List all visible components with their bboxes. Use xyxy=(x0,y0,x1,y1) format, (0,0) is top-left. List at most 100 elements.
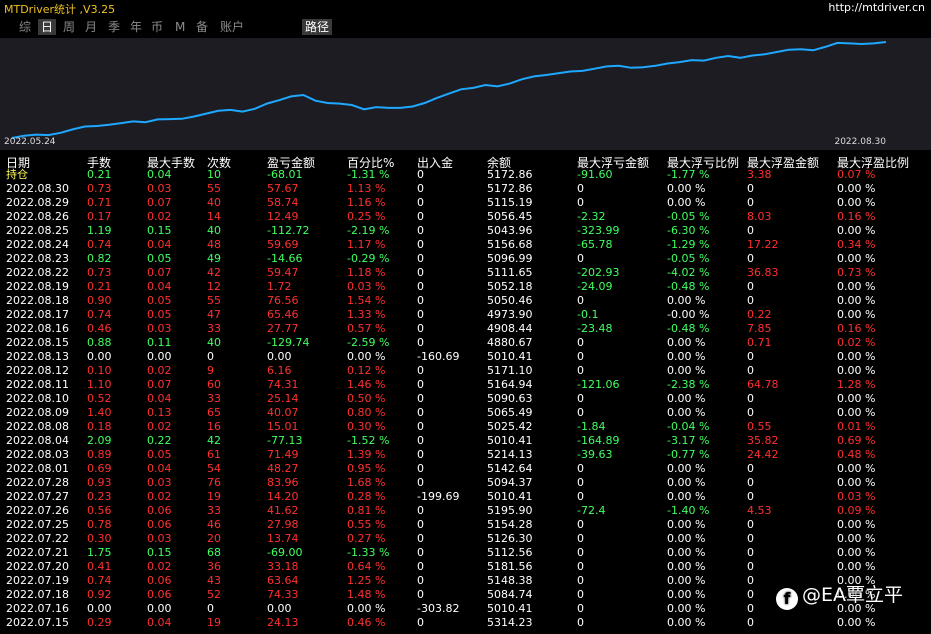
cell-11: 1.28 % xyxy=(837,378,876,391)
tab-bar: 综日周月季年币 M 备账户 路径 xyxy=(0,16,931,38)
table-row[interactable]: 2022.08.10 0.52 0.04 33 25.14 0.50 % 0 5090.63 0… xyxy=(0,392,931,406)
cell-8: -323.99 xyxy=(577,224,620,237)
table-row[interactable]: 2022.08.26 0.17 0.02 14 12.49 0.25 % 0 5056.45 -… xyxy=(0,210,931,224)
cell-1: 0.10 xyxy=(87,364,112,377)
tab-3[interactable]: 月 xyxy=(82,19,100,35)
table-row[interactable]: 2022.08.09 1.40 0.13 65 40.07 0.80 % 0 5065.49 0… xyxy=(0,406,931,420)
tab-2[interactable]: 周 xyxy=(60,19,78,35)
cell-4: 14.20 xyxy=(267,490,299,503)
table-row[interactable]: 2022.08.30 0.73 0.03 55 57.67 1.13 % 0 5172.86 0… xyxy=(0,182,931,196)
cell-11: 0.00 % xyxy=(837,560,876,573)
cell-9: 0.00 % xyxy=(667,476,706,489)
cell-2: 0.05 xyxy=(147,252,172,265)
cell-10: 24.42 xyxy=(747,448,779,461)
cell-8: -0.1 xyxy=(577,308,599,321)
cell-0: 2022.08.19 xyxy=(6,280,69,293)
table-row[interactable]: 2022.08.08 0.18 0.02 16 15.01 0.30 % 0 5025.42 -… xyxy=(0,420,931,434)
tab-4[interactable]: 季 xyxy=(105,19,123,35)
table-row[interactable]: 2022.08.23 0.82 0.05 49 -14.66 -0.29 % 0 5096.9… xyxy=(0,252,931,266)
cell-9: -6.30 % xyxy=(667,224,710,237)
cell-9: 0.00 % xyxy=(667,532,706,545)
cell-2: 0.02 xyxy=(147,420,172,433)
table-row[interactable]: 2022.08.12 0.10 0.02 9 6.16 0.12 % 0 5171.10 0 0.… xyxy=(0,364,931,378)
table-row[interactable]: 2022.08.13 0.00 0.00 0 0.00 0.00 % -160.69 5010… xyxy=(0,350,931,364)
cell-3: 52 xyxy=(207,588,221,601)
app-url-link[interactable]: http://mtdriver.cn xyxy=(828,1,925,14)
cell-1: 0.17 xyxy=(87,210,112,223)
cell-11: 0.00 % xyxy=(837,462,876,475)
cell-8: 0 xyxy=(577,364,584,377)
cell-6: 0 xyxy=(417,546,424,559)
cell-3: 76 xyxy=(207,476,221,489)
tab-9[interactable]: 账户 xyxy=(217,19,247,35)
cell-2: 0.06 xyxy=(147,518,172,531)
cell-5: 1.48 % xyxy=(347,588,386,601)
tab-10[interactable]: 路径 xyxy=(302,19,333,35)
table-row[interactable]: 2022.08.11 1.10 0.07 60 74.31 1.46 % 0 5164.94 -… xyxy=(0,378,931,392)
table-row[interactable]: 2022.07.27 0.23 0.02 19 14.20 0.28 % -199.69 50… xyxy=(0,490,931,504)
cell-2: 0.15 xyxy=(147,224,172,237)
table-row[interactable]: 2022.08.16 0.46 0.03 33 27.77 0.57 % 0 4908.44 -… xyxy=(0,322,931,336)
cell-2: 0.04 xyxy=(147,280,172,293)
cell-6: 0 xyxy=(417,308,424,321)
table-row[interactable]: 2022.08.15 0.88 0.11 40 -129.74 -2.59 % 0 4880.… xyxy=(0,336,931,350)
table-row[interactable]: 2022.08.18 0.90 0.05 55 76.56 1.54 % 0 5050.46 0… xyxy=(0,294,931,308)
tab-1[interactable]: 日 xyxy=(38,19,57,35)
table-row[interactable]: 2022.07.26 0.56 0.06 33 41.62 0.81 % 0 5195.90 -… xyxy=(0,504,931,518)
table-row[interactable]: 2022.08.19 0.21 0.04 12 1.72 0.03 % 0 5052.18 -2… xyxy=(0,280,931,294)
cell-10: 0 xyxy=(747,196,754,209)
table-row[interactable]: 2022.07.25 0.78 0.06 46 27.98 0.55 % 0 5154.28 0… xyxy=(0,518,931,532)
cell-9: -1.77 % xyxy=(667,168,710,181)
tab-6[interactable]: 币 xyxy=(148,19,166,35)
cell-7: 5065.49 xyxy=(487,406,533,419)
table-row[interactable]: 持仓 0.21 0.04 10 -68.01 -1.31 % 0 5172.86 -91.60 -… xyxy=(0,168,931,182)
cell-9: 0.00 % xyxy=(667,518,706,531)
cell-0: 2022.08.08 xyxy=(6,420,69,433)
cell-3: 49 xyxy=(207,252,221,265)
cell-9: 0.00 % xyxy=(667,364,706,377)
cell-1: 0.18 xyxy=(87,420,112,433)
cell-10: 35.82 xyxy=(747,434,779,447)
cell-4: 65.46 xyxy=(267,308,299,321)
table-row[interactable]: 2022.08.17 0.74 0.05 47 65.46 1.33 % 0 4973.90 -… xyxy=(0,308,931,322)
cell-7: 4908.44 xyxy=(487,322,533,335)
cell-1: 0.23 xyxy=(87,490,112,503)
table-row[interactable]: 2022.07.21 1.75 0.15 68 -69.00 -1.33 % 0 5112.5… xyxy=(0,546,931,560)
cell-7: 5094.37 xyxy=(487,476,533,489)
cell-0: 2022.07.26 xyxy=(6,504,69,517)
table-row[interactable]: 2022.08.03 0.89 0.05 61 71.49 1.39 % 0 5214.13 -… xyxy=(0,448,931,462)
cell-9: 0.00 % xyxy=(667,182,706,195)
tab-0[interactable]: 综 xyxy=(16,19,34,35)
tab-5[interactable]: 年 xyxy=(127,19,145,35)
cell-11: 0.00 % xyxy=(837,196,876,209)
table-row[interactable]: 2022.07.15 0.29 0.04 19 24.13 0.46 % 0 5314.23 0… xyxy=(0,616,931,630)
table-row[interactable]: 2022.08.24 0.74 0.04 48 59.69 1.17 % 0 5156.68 -… xyxy=(0,238,931,252)
table-row[interactable]: 2022.07.20 0.41 0.02 36 33.18 0.64 % 0 5181.56 0… xyxy=(0,560,931,574)
cell-5: 0.03 % xyxy=(347,280,386,293)
table-row[interactable]: 2022.08.29 0.71 0.07 40 58.74 1.16 % 0 5115.19 0… xyxy=(0,196,931,210)
cell-11: 0.00 % xyxy=(837,294,876,307)
watermark: f @EA覃立平 xyxy=(776,580,903,610)
table-row[interactable]: 2022.08.04 2.09 0.22 42 -77.13 -1.52 % 0 5010.4… xyxy=(0,434,931,448)
cell-7: 5010.41 xyxy=(487,490,533,503)
table-row[interactable]: 2022.08.22 0.73 0.07 42 59.47 1.18 % 0 5111.65 -… xyxy=(0,266,931,280)
cell-2: 0.07 xyxy=(147,266,172,279)
table-row[interactable]: 2022.08.01 0.69 0.04 54 48.27 0.95 % 0 5142.64 0… xyxy=(0,462,931,476)
cell-4: 74.31 xyxy=(267,378,299,391)
cell-0: 2022.08.16 xyxy=(6,322,69,335)
cell-6: 0 xyxy=(417,462,424,475)
tab-7[interactable]: M xyxy=(172,19,188,35)
table-row[interactable]: 2022.07.22 0.30 0.03 20 13.74 0.27 % 0 5126.30 0… xyxy=(0,532,931,546)
table-row[interactable]: 2022.08.25 1.19 0.15 40 -112.72 -2.19 % 0 5043.… xyxy=(0,224,931,238)
cell-3: 19 xyxy=(207,616,221,629)
cell-2: 0.02 xyxy=(147,560,172,573)
cell-11: 0.00 % xyxy=(837,280,876,293)
table-row[interactable]: 2022.07.28 0.93 0.03 76 83.96 1.68 % 0 5094.37 0… xyxy=(0,476,931,490)
cell-8: 0 xyxy=(577,336,584,349)
cell-2: 0.05 xyxy=(147,448,172,461)
tab-8[interactable]: 备 xyxy=(193,19,211,35)
cell-9: 0.00 % xyxy=(667,574,706,587)
cell-2: 0.22 xyxy=(147,434,172,447)
cell-9: 0.00 % xyxy=(667,336,706,349)
cell-1: 0.46 xyxy=(87,322,112,335)
